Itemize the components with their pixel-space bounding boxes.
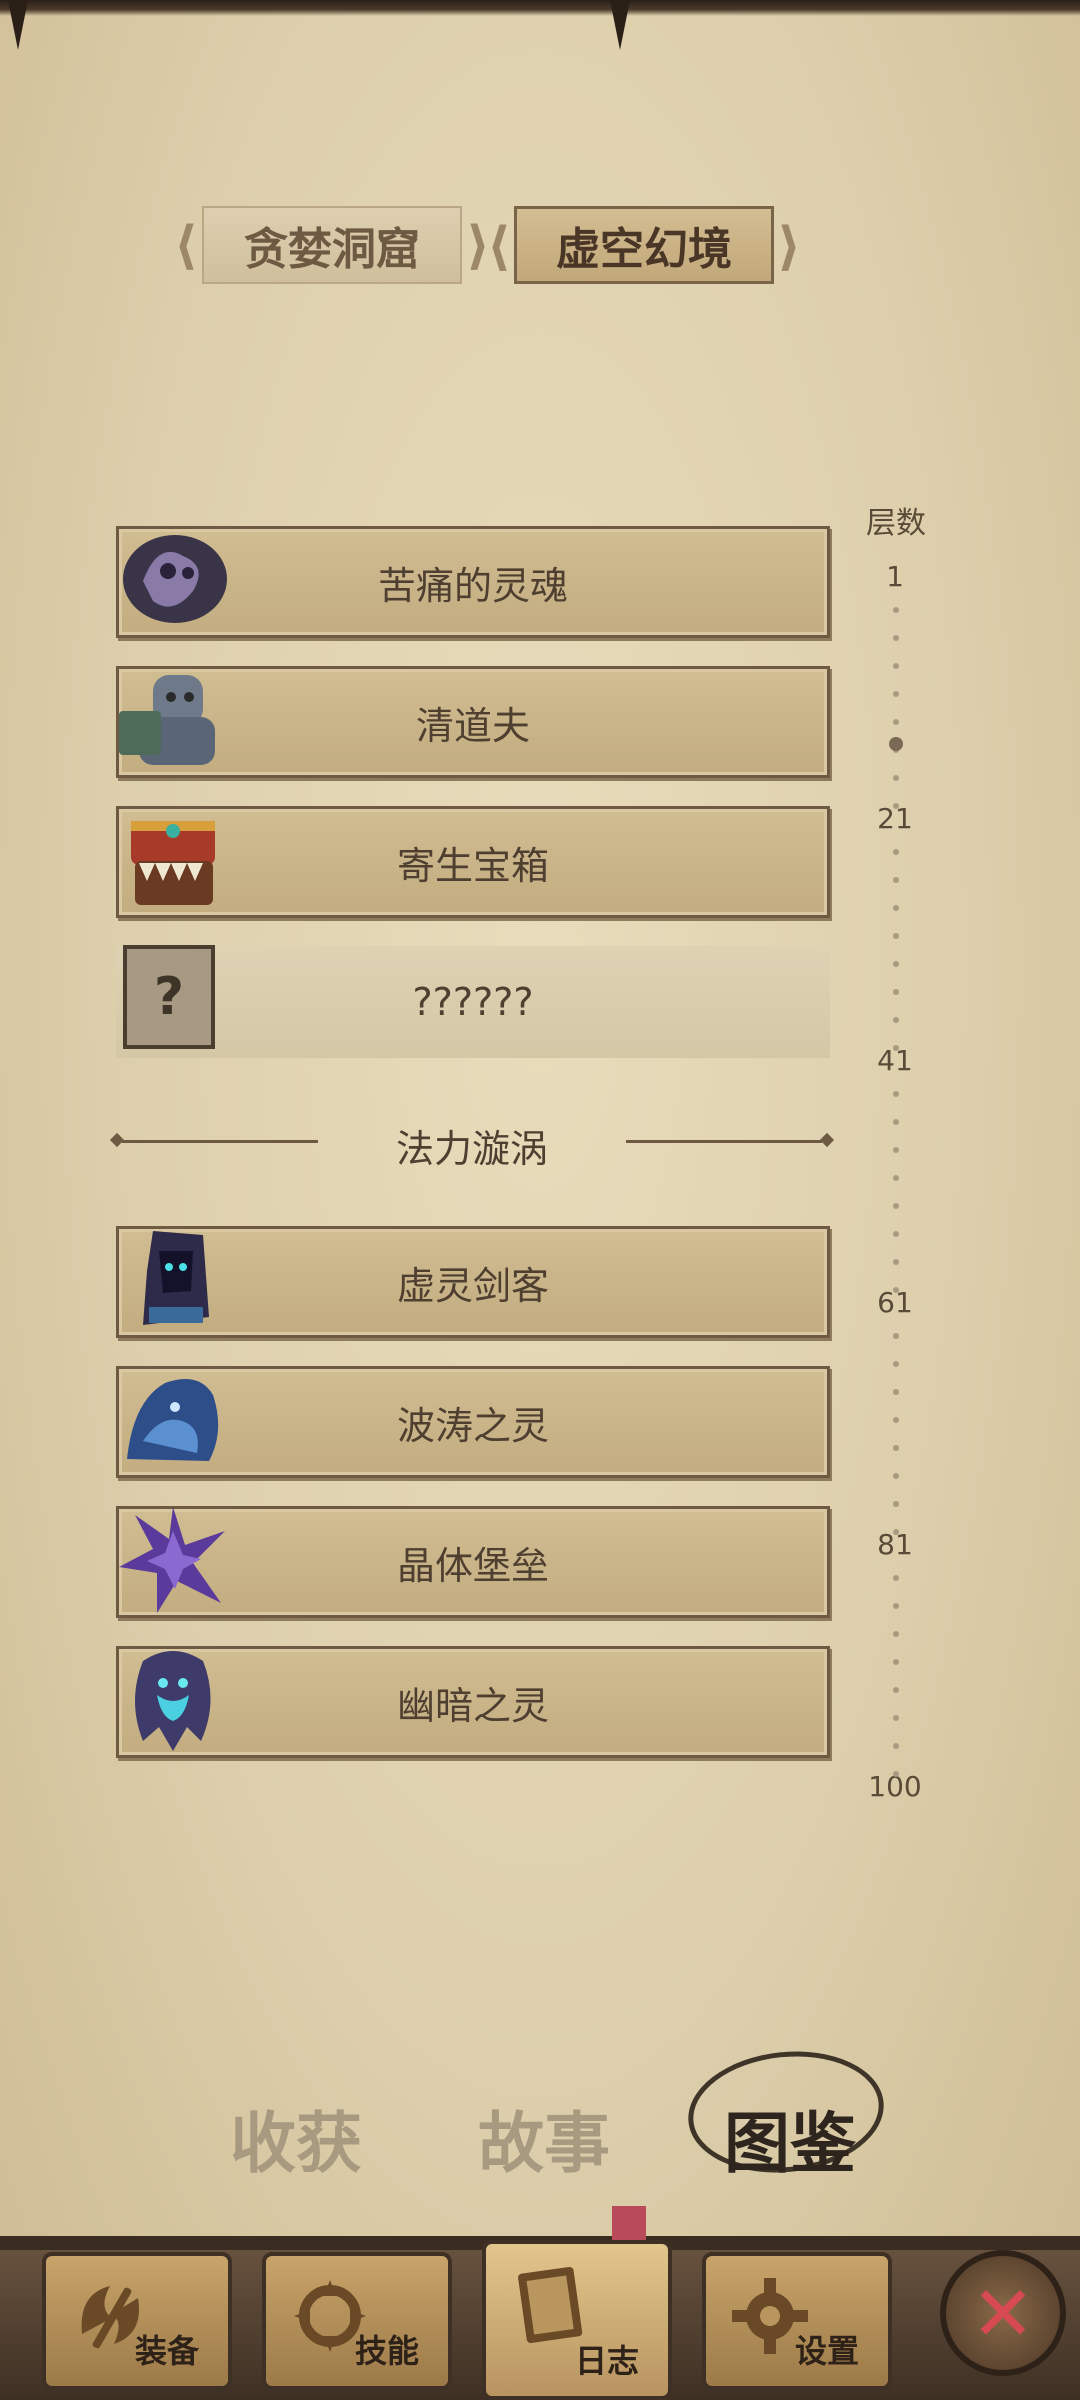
floor-dot xyxy=(893,607,899,613)
monster-name: 晶体堡垒 xyxy=(396,1543,549,1588)
frame-crack xyxy=(610,0,630,50)
floor-dot xyxy=(893,933,899,939)
tab-story[interactable]: 故事 xyxy=(478,2090,610,2186)
floor-dot xyxy=(893,1147,899,1153)
floor-dot xyxy=(893,1743,899,1749)
floor-dot xyxy=(893,775,899,781)
floor-dot xyxy=(893,905,899,911)
tab-greed-cave[interactable]: ⟨ 贪婪洞窟 ⟩ xyxy=(174,206,490,284)
floor-dot xyxy=(893,1045,899,1051)
unknown-question-icon: ? xyxy=(110,938,228,1056)
floor-dot xyxy=(893,849,899,855)
chevron-right-icon: ⟩ xyxy=(777,217,801,277)
nav-label: 装备 xyxy=(134,2332,199,2370)
tab-harvest[interactable]: 收获 xyxy=(230,2090,362,2186)
floor-dot xyxy=(893,1417,899,1423)
floor-dot xyxy=(893,1203,899,1209)
journal-book-icon xyxy=(518,2266,583,2344)
floor-scale-title: 层数 xyxy=(866,506,926,541)
monster-row-void-swordsman[interactable]: 虚灵剑客 xyxy=(116,1226,830,1338)
floor-dot xyxy=(893,1119,899,1125)
monster-name: 寄生宝箱 xyxy=(396,843,549,888)
floor-dot xyxy=(893,1017,899,1023)
monster-row-unknown[interactable]: ? ?????? xyxy=(116,945,830,1058)
monster-row-dark-spirit[interactable]: 幽暗之灵 xyxy=(116,1646,830,1758)
chevron-left-icon: ⟨ xyxy=(487,217,511,277)
monster-row-tormented-soul[interactable]: 苦痛的灵魂 xyxy=(116,526,830,638)
tab-codex[interactable]: 图鉴 xyxy=(724,2090,856,2186)
close-button[interactable]: ✕ xyxy=(940,2250,1066,2376)
chevron-left-icon: ⟨ xyxy=(174,216,198,276)
floor-dot xyxy=(893,635,899,641)
floor-dot xyxy=(893,1091,899,1097)
floor-dot xyxy=(893,719,899,725)
tab-label: 贪婪洞窟 xyxy=(244,224,420,275)
nav-label: 日志 xyxy=(574,2342,639,2380)
monster-row-crystal-fortress[interactable]: 晶体堡垒 xyxy=(116,1506,830,1618)
floor-dot xyxy=(893,1175,899,1181)
floor-dot xyxy=(893,1687,899,1693)
parchment-background xyxy=(0,0,1080,2400)
nav-label: 设置 xyxy=(794,2332,859,2370)
tab-label: 虚空幻境 xyxy=(556,224,732,275)
nav-skills-button[interactable]: 技能 xyxy=(262,2252,452,2390)
monster-name: 虚灵剑客 xyxy=(396,1263,549,1308)
floor-dot xyxy=(893,1501,899,1507)
floor-dot xyxy=(893,691,899,697)
floor-dot xyxy=(893,1389,899,1395)
parasite-chest-icon xyxy=(113,801,231,919)
floor-dot xyxy=(893,1473,899,1479)
nav-journal-button[interactable]: 日志 xyxy=(482,2240,672,2400)
monster-row-scavenger[interactable]: 清道夫 xyxy=(116,666,830,778)
floor-dot xyxy=(893,1445,899,1451)
section-divider: 法力漩涡 xyxy=(109,1108,835,1178)
scavenger-icon xyxy=(113,661,231,779)
close-x-icon: ✕ xyxy=(971,2268,1035,2358)
floor-dot xyxy=(893,1631,899,1637)
floor-dot xyxy=(893,1575,899,1581)
floor-dot xyxy=(893,803,899,809)
crystal-fortress-icon xyxy=(113,1501,231,1619)
nav-settings-button[interactable]: 设置 xyxy=(702,2252,892,2390)
frame-crack xyxy=(8,0,28,50)
monster-name: 苦痛的灵魂 xyxy=(377,563,568,608)
floor-dot xyxy=(893,1333,899,1339)
tab-void-realm[interactable]: ⟨ 虚空幻境 ⟩ xyxy=(487,206,801,284)
floor-dot xyxy=(893,961,899,967)
nav-label: 技能 xyxy=(354,2332,419,2370)
floor-dot xyxy=(893,1287,899,1293)
monster-name: ?????? xyxy=(412,980,534,1024)
wave-spirit-icon xyxy=(113,1361,231,1479)
floor-dot xyxy=(893,989,899,995)
tormented-soul-icon xyxy=(113,521,231,639)
current-floor-marker xyxy=(889,737,903,751)
floor-dot xyxy=(893,1231,899,1237)
floor-dot xyxy=(893,1361,899,1367)
monster-row-wave-spirit[interactable]: 波涛之灵 xyxy=(116,1366,830,1478)
floor-dot xyxy=(893,663,899,669)
floor-dot xyxy=(893,1603,899,1609)
floor-dot xyxy=(893,1659,899,1665)
floor-dot xyxy=(893,1715,899,1721)
nav-equipment-button[interactable]: 装备 xyxy=(42,2252,232,2390)
floor-dot xyxy=(893,1529,899,1535)
monster-name: 幽暗之灵 xyxy=(396,1683,549,1728)
dark-spirit-icon xyxy=(113,1641,231,1759)
floor-dot xyxy=(893,1259,899,1265)
floor-mark: 1 xyxy=(886,560,904,593)
floor-dot xyxy=(893,1771,899,1777)
section-title: 法力漩涡 xyxy=(395,1127,548,1171)
void-swordsman-icon xyxy=(113,1221,231,1339)
monster-row-parasite-chest[interactable]: 寄生宝箱 xyxy=(116,806,830,918)
monster-name: 清道夫 xyxy=(415,703,530,748)
floor-dot xyxy=(893,877,899,883)
monster-name: 波涛之灵 xyxy=(396,1403,549,1448)
top-frame-edge xyxy=(0,0,1080,16)
